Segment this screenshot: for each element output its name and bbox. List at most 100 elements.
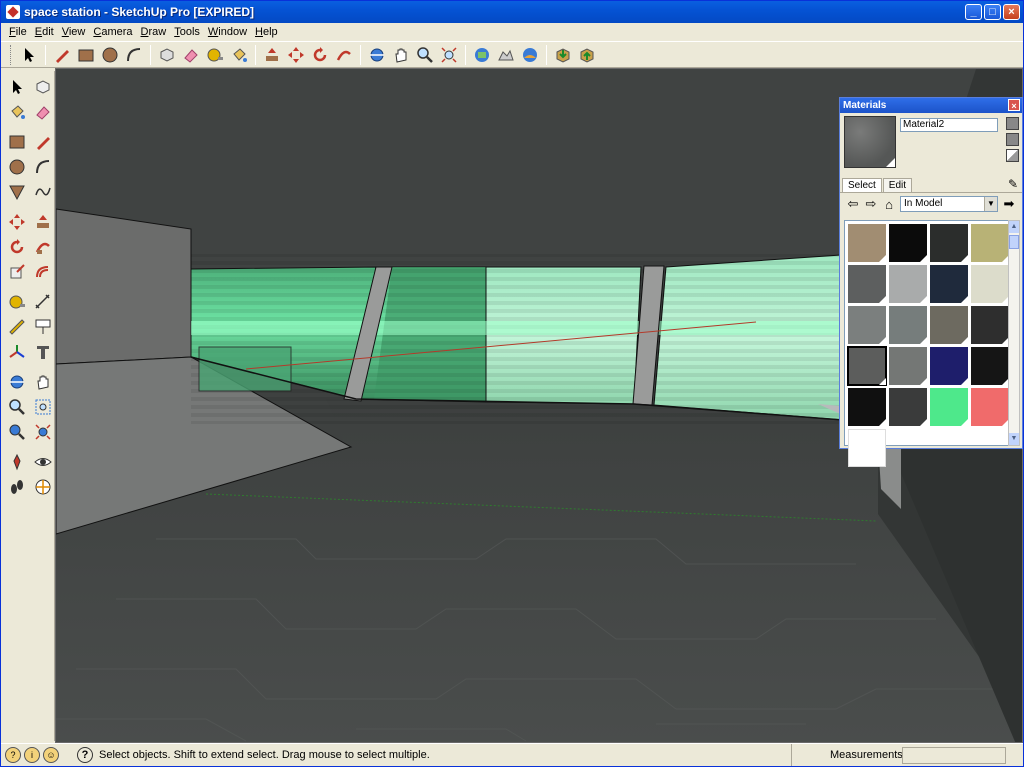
- make-component-icon[interactable]: [31, 75, 55, 99]
- material-swatch[interactable]: [848, 224, 886, 262]
- menu-help[interactable]: Help: [251, 26, 282, 38]
- rotate-tool-icon[interactable]: [5, 235, 29, 259]
- material-swatch[interactable]: [848, 388, 886, 426]
- material-swatch[interactable]: [848, 306, 886, 344]
- follow-me-icon[interactable]: [333, 44, 355, 66]
- toolbar-grip[interactable]: [10, 44, 13, 65]
- scroll-down-button[interactable]: ▼: [1009, 433, 1019, 445]
- zoom-extents-icon[interactable]: [31, 420, 55, 444]
- eraser-tool-icon[interactable]: [180, 44, 202, 66]
- offset-tool-icon[interactable]: [31, 260, 55, 284]
- maximize-button[interactable]: □: [984, 4, 1001, 20]
- material-swatch[interactable]: [889, 265, 927, 303]
- material-swatch[interactable]: [930, 224, 968, 262]
- eraser-tool-icon[interactable]: [31, 100, 55, 124]
- get-models-icon[interactable]: [552, 44, 574, 66]
- pan-tool-icon[interactable]: [390, 44, 412, 66]
- share-model-icon[interactable]: [576, 44, 598, 66]
- sample-paint-eyedropper-icon[interactable]: ✎: [1008, 177, 1018, 191]
- circle-tool-icon[interactable]: [5, 155, 29, 179]
- menu-file[interactable]: File: [5, 26, 31, 38]
- scale-tool-icon[interactable]: [5, 260, 29, 284]
- geo-location-icon[interactable]: ?: [5, 747, 21, 763]
- material-swatch[interactable]: [971, 347, 1009, 385]
- circle-tool-icon[interactable]: [99, 44, 121, 66]
- arc-tool-icon[interactable]: [123, 44, 145, 66]
- zoom-extents-icon[interactable]: [438, 44, 460, 66]
- material-swatch[interactable]: [971, 388, 1009, 426]
- polygon-tool-icon[interactable]: [5, 180, 29, 204]
- toggle-terrain-icon[interactable]: [495, 44, 517, 66]
- scroll-thumb[interactable]: [1009, 235, 1019, 249]
- material-swatch[interactable]: [971, 306, 1009, 344]
- credits-icon[interactable]: i: [24, 747, 40, 763]
- pan-tool-icon[interactable]: [31, 370, 55, 394]
- material-swatch[interactable]: [971, 265, 1009, 303]
- scroll-up-button[interactable]: ▲: [1009, 221, 1019, 233]
- material-collection-dropdown[interactable]: In Model ▼: [900, 196, 998, 212]
- menu-view[interactable]: View: [58, 26, 90, 38]
- in-model-home-icon[interactable]: ⌂: [882, 197, 896, 212]
- follow-me-icon[interactable]: [31, 235, 55, 259]
- zoom-tool-icon[interactable]: [414, 44, 436, 66]
- tape-measure-icon[interactable]: [204, 44, 226, 66]
- materials-title-bar[interactable]: Materials ×: [840, 98, 1022, 113]
- material-swatch[interactable]: [848, 429, 886, 467]
- text-tool-icon[interactable]: [31, 315, 55, 339]
- material-swatch[interactable]: [930, 347, 968, 385]
- tab-edit[interactable]: Edit: [882, 178, 913, 192]
- orbit-tool-icon[interactable]: [366, 44, 388, 66]
- details-arrow-icon[interactable]: ➡: [1002, 196, 1016, 212]
- protractor-tool-icon[interactable]: [5, 315, 29, 339]
- zoom-window-icon[interactable]: [31, 395, 55, 419]
- material-preview-swatch[interactable]: [844, 116, 896, 168]
- default-material-icon[interactable]: [1006, 149, 1019, 162]
- tape-measure-icon[interactable]: [5, 290, 29, 314]
- swatch-scrollbar[interactable]: ▲ ▼: [1008, 220, 1020, 446]
- previous-view-icon[interactable]: [5, 420, 29, 444]
- close-button[interactable]: ×: [1003, 4, 1020, 20]
- menu-edit[interactable]: Edit: [31, 26, 58, 38]
- select-tool-icon[interactable]: [5, 75, 29, 99]
- paint-bucket-icon[interactable]: [228, 44, 250, 66]
- material-swatch[interactable]: [889, 388, 927, 426]
- place-model-icon[interactable]: [519, 44, 541, 66]
- walk-tool-icon[interactable]: [5, 475, 29, 499]
- look-around-icon[interactable]: [31, 450, 55, 474]
- rotate-tool-icon[interactable]: [309, 44, 331, 66]
- create-material-icon[interactable]: [1006, 117, 1019, 130]
- menu-window[interactable]: Window: [204, 26, 251, 38]
- rectangle-tool-icon[interactable]: [5, 130, 29, 154]
- material-name-field[interactable]: Material2: [900, 118, 998, 132]
- push-pull-icon[interactable]: [261, 44, 283, 66]
- menu-camera[interactable]: Camera: [89, 26, 136, 38]
- material-swatch[interactable]: [930, 388, 968, 426]
- instructor-help-icon[interactable]: ?: [77, 747, 93, 763]
- zoom-tool-icon[interactable]: [5, 395, 29, 419]
- material-swatch[interactable]: [971, 224, 1009, 262]
- move-tool-icon[interactable]: [285, 44, 307, 66]
- forward-arrow-icon[interactable]: ⇨: [864, 196, 878, 212]
- material-swatch[interactable]: [889, 306, 927, 344]
- arc-tool-icon[interactable]: [31, 155, 55, 179]
- section-plane-icon[interactable]: [31, 475, 55, 499]
- axes-tool-icon[interactable]: [5, 340, 29, 364]
- make-component-icon[interactable]: [156, 44, 178, 66]
- orbit-tool-icon[interactable]: [5, 370, 29, 394]
- rectangle-tool-icon[interactable]: [75, 44, 97, 66]
- minimize-button[interactable]: _: [965, 4, 982, 20]
- menu-tools[interactable]: Tools: [170, 26, 204, 38]
- pencil-line-tool-icon[interactable]: [31, 130, 55, 154]
- dimension-tool-icon[interactable]: [31, 290, 55, 314]
- move-tool-icon[interactable]: [5, 210, 29, 234]
- material-swatch[interactable]: [847, 346, 887, 386]
- display-secondary-pane-icon[interactable]: [1006, 133, 1019, 146]
- tab-select[interactable]: Select: [842, 178, 882, 192]
- get-current-view-icon[interactable]: [471, 44, 493, 66]
- material-swatch[interactable]: [930, 306, 968, 344]
- material-swatch[interactable]: [930, 265, 968, 303]
- materials-close-button[interactable]: ×: [1008, 99, 1020, 111]
- measurements-input[interactable]: [902, 747, 1006, 764]
- 3d-text-tool-icon[interactable]: [31, 340, 55, 364]
- back-arrow-icon[interactable]: ⇦: [846, 196, 860, 212]
